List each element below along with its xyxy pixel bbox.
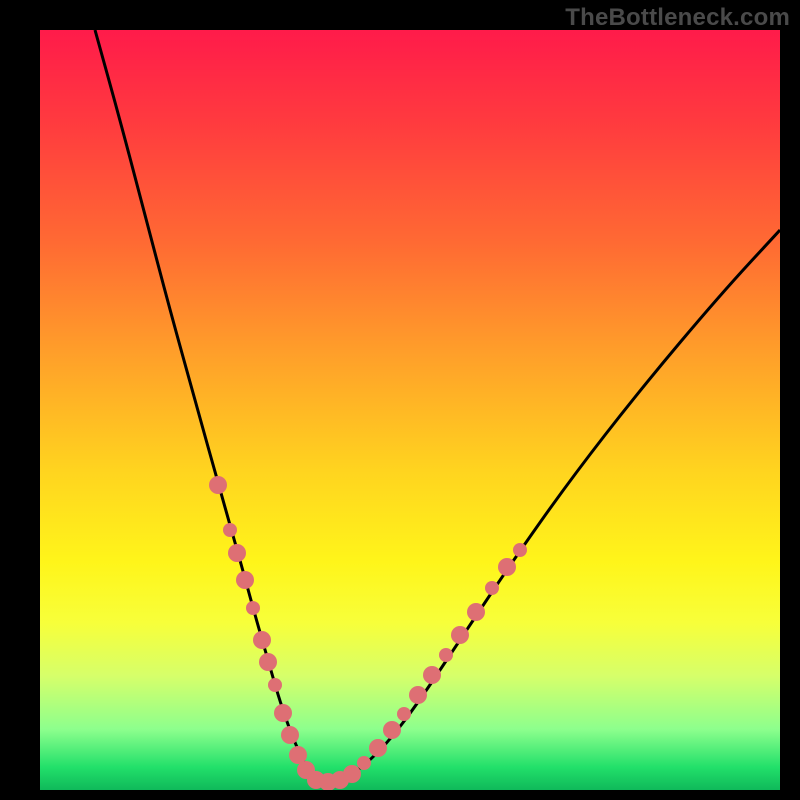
marker-dot bbox=[467, 603, 485, 621]
marker-dot bbox=[253, 631, 271, 649]
marker-dot bbox=[498, 558, 516, 576]
marker-dot bbox=[246, 601, 260, 615]
marker-dot bbox=[383, 721, 401, 739]
marker-dot bbox=[451, 626, 469, 644]
marker-dot bbox=[357, 756, 371, 770]
marker-dot bbox=[485, 581, 499, 595]
marker-dot bbox=[439, 648, 453, 662]
marker-dot bbox=[223, 523, 237, 537]
watermark-text: TheBottleneck.com bbox=[565, 4, 790, 32]
curve-layer bbox=[40, 30, 780, 790]
marker-dot bbox=[236, 571, 254, 589]
marker-dot bbox=[274, 704, 292, 722]
marker-dot bbox=[259, 653, 277, 671]
marker-dot bbox=[409, 686, 427, 704]
marker-dot bbox=[369, 739, 387, 757]
marker-dot bbox=[228, 544, 246, 562]
marker-dot bbox=[209, 476, 227, 494]
marker-dot bbox=[397, 707, 411, 721]
marker-dot bbox=[343, 765, 361, 783]
marker-group bbox=[209, 476, 527, 790]
marker-dot bbox=[423, 666, 441, 684]
marker-dot bbox=[268, 678, 282, 692]
chart-frame: TheBottleneck.com bbox=[0, 0, 800, 800]
marker-dot bbox=[513, 543, 527, 557]
plot-area bbox=[40, 30, 780, 790]
marker-dot bbox=[281, 726, 299, 744]
